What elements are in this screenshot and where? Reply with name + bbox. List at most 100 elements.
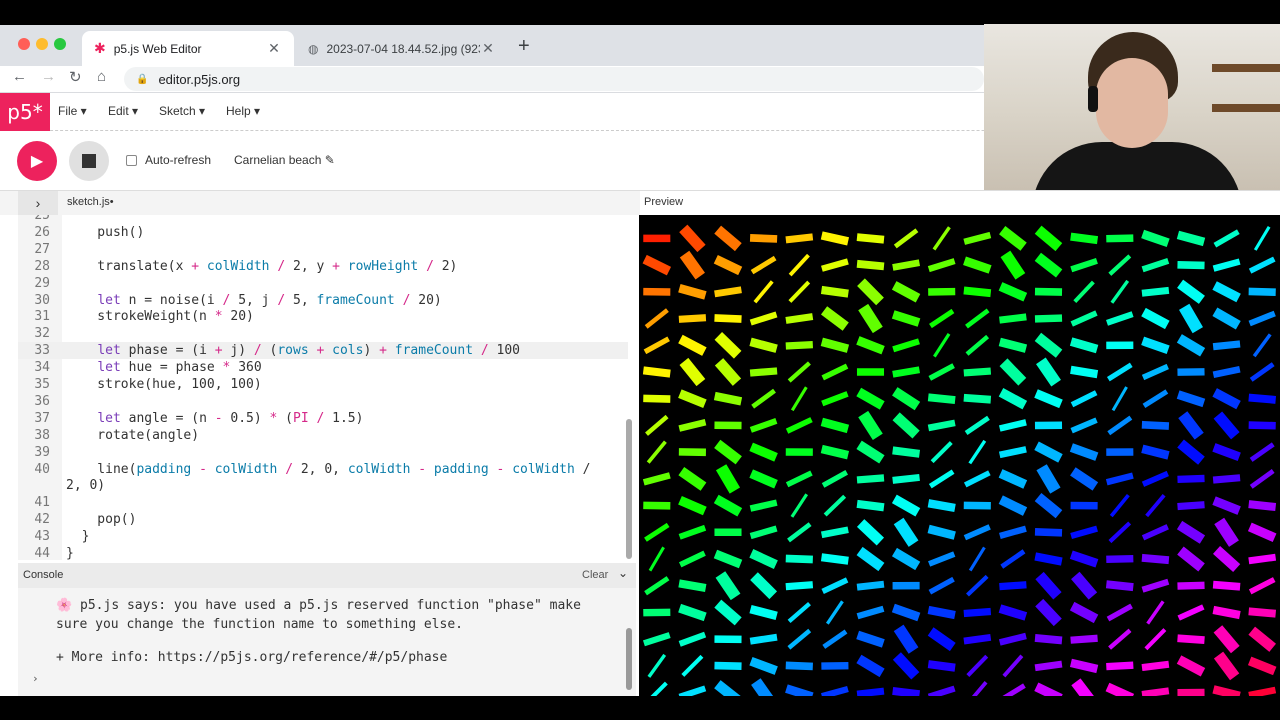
play-button[interactable]: ▶ [17,141,57,181]
browser-tab-p5-editor[interactable]: ✱ p5.js Web Editor ✕ [82,31,294,66]
menu-file[interactable]: File ▾ [58,104,87,118]
code-line[interactable]: 30 let n = noise(i / 5, j / 5, frameCoun… [18,292,628,309]
code-line[interactable]: 31 strokeWeight(n * 20) [18,308,628,325]
preview-dash [678,550,706,568]
window-maximize-button[interactable] [54,38,66,50]
preview-dash [714,286,742,298]
new-tab-icon[interactable]: + [518,35,530,58]
code-text: stroke(hue, 100, 100) [66,377,262,392]
preview-dash [1141,660,1170,672]
code-line[interactable]: 44} [18,545,628,560]
preview-dash [891,494,921,517]
preview-dash [749,367,778,377]
preview-dash [1069,443,1099,461]
code-line[interactable]: 33 let phase = (i + j) / (rows + cols) +… [18,342,628,360]
preview-dash [749,442,778,462]
close-tab-icon[interactable]: ✕ [266,40,282,57]
code-line[interactable]: 39 [18,444,628,461]
window-close-button[interactable] [18,38,30,50]
preview-dash [1069,337,1099,354]
code-line[interactable]: 36 [18,393,628,410]
console-scrollbar[interactable] [626,628,632,690]
editor-scrollbar[interactable] [626,419,632,559]
preview-dash [642,254,672,276]
preview-dash [964,415,990,436]
code-line[interactable]: 34 let hue = phase * 360 [18,359,628,376]
preview-dash [856,474,885,484]
code-line[interactable]: 2, 0) [18,477,628,494]
code-line[interactable]: 27 [18,241,628,258]
code-line[interactable]: 28 translate(x + colWidth / 2, y + rowHe… [18,258,628,275]
chevron-right-icon[interactable]: › [18,191,58,215]
menu-sketch[interactable]: Sketch ▾ [159,104,205,118]
preview-dash [749,656,778,675]
preview-dash [999,358,1027,386]
preview-dash [643,394,671,403]
preview-dash [998,495,1028,516]
preview-dash [678,467,707,491]
window-minimize-button[interactable] [36,38,48,50]
menu-edit[interactable]: Edit ▾ [108,104,138,118]
home-icon[interactable]: ⌂ [97,68,106,85]
code-editor[interactable]: 25 26 push() 27 28 translate(x + colWidth /… [18,215,636,560]
preview-dash [1106,554,1134,564]
code-line[interactable]: 40 line(padding - colWidth / 2, 0, colWi… [18,461,628,478]
auto-refresh-toggle[interactable]: Auto-refresh [126,153,211,167]
preview-dash [749,633,778,645]
preview-dash [821,577,849,594]
preview-dash [1213,651,1240,681]
preview-dash [1176,655,1206,677]
tab-title: 2023-07-04 18.44.52.jpg (923 [326,41,480,56]
preview-dash [1177,634,1205,645]
preview-dash [892,652,920,680]
preview-dash [856,259,885,271]
preview-dash [1178,411,1204,440]
code-line[interactable]: 29 [18,275,628,292]
preview-dash [998,469,1028,489]
preview-dash [892,686,921,696]
code-line[interactable]: 26 push() [18,224,628,241]
preview-dash [1108,628,1132,650]
preview-dash [1212,443,1241,462]
url-field[interactable]: 🔒 editor.p5js.org [124,67,984,91]
close-tab-icon[interactable]: ✕ [480,40,496,57]
code-line[interactable]: 35 stroke(hue, 100, 100) [18,376,628,393]
browser-tab-image[interactable]: ◍ 2023-07-04 18.44.52.jpg (923 ✕ [296,31,508,66]
line-number: 27 [34,241,50,257]
preview-canvas[interactable] [639,215,1280,696]
console-clear-button[interactable]: Clear [582,569,608,581]
stop-button[interactable] [69,141,109,181]
preview-dash [785,581,814,591]
preview-dash [678,495,707,516]
code-line[interactable]: 37 let angle = (n - 0.5) * (PI / 1.5) [18,410,628,427]
preview-dash [856,387,885,410]
preview-dash [1212,340,1241,351]
preview-dash [928,551,956,567]
menu-help[interactable]: Help ▾ [226,104,260,118]
auto-refresh-checkbox[interactable] [126,154,137,166]
preview-dash [1070,634,1098,644]
code-line[interactable]: 25 [18,215,628,224]
sketch-name[interactable]: Carnelian beach ✎ [234,153,335,167]
chevron-down-icon[interactable]: ⌄ [618,566,628,580]
preview-dash [927,499,956,513]
preview-dash [715,571,741,601]
code-line[interactable]: 41 [18,494,628,511]
preview-dash [820,444,850,460]
file-tab-sketch-js[interactable]: sketch.js• [67,196,114,208]
code-line[interactable]: 42 pop() [18,511,628,528]
preview-dash [891,310,921,327]
reload-icon[interactable]: ↻ [69,68,82,86]
preview-dash [714,599,742,626]
code-text: } [66,529,90,545]
stop-icon [82,154,96,168]
back-arrow-icon[interactable]: ← [12,68,27,85]
p5-logo[interactable]: p5* [0,93,50,131]
preview-dash [1000,250,1026,280]
code-line[interactable]: 43 } [18,528,628,545]
console-prompt[interactable]: › [32,672,39,685]
code-line[interactable]: 32 [18,325,628,342]
code-line[interactable]: 38 rotate(angle) [18,427,628,444]
line-number: 30 [34,292,50,308]
forward-arrow-icon[interactable]: → [41,68,56,85]
